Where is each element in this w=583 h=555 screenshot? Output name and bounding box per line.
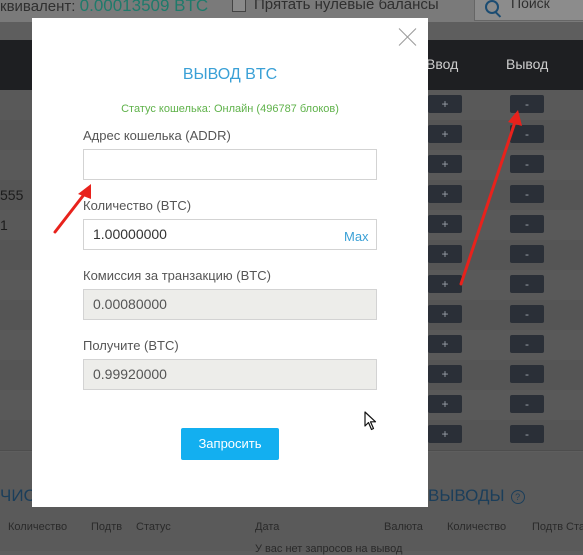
- annotation-arrows: [53, 110, 522, 286]
- arrow-to-address-icon: [53, 184, 91, 234]
- arrow-to-withdraw-icon: [459, 110, 522, 286]
